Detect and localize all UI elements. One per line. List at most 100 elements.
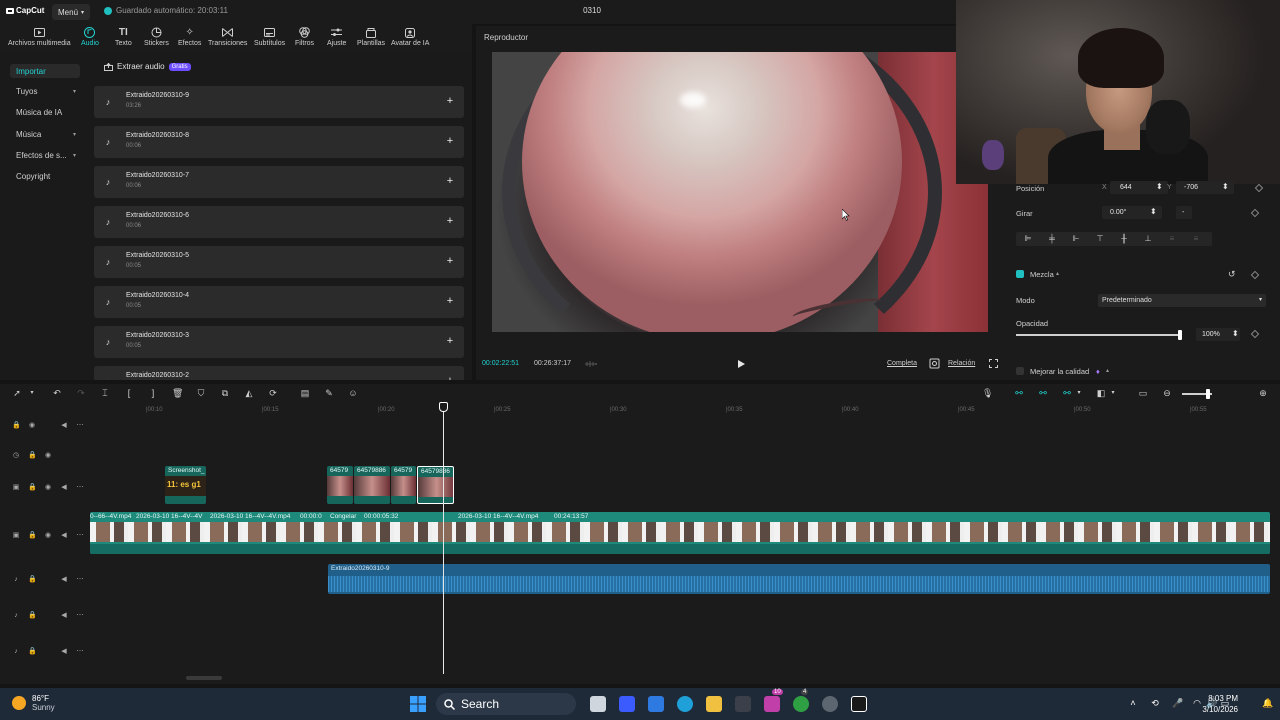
chevron-down-icon[interactable]: ▾ xyxy=(1108,388,1118,398)
audio-icon[interactable]: ◀ xyxy=(60,532,68,540)
more-icon[interactable]: ⋯ xyxy=(76,612,84,620)
lock-icon[interactable]: 🔒 xyxy=(28,612,37,620)
sidebar-item-import[interactable]: Importar xyxy=(10,64,80,78)
chevron-down-icon[interactable]: ▾ xyxy=(27,388,37,398)
caption-toggle-icon[interactable]: ▭ xyxy=(1138,388,1148,398)
select-tool-icon[interactable]: ➚ xyxy=(12,388,22,398)
tab-adjust[interactable]: Ajuste xyxy=(327,27,346,47)
timeline-ruler[interactable]: |00:10 |00:15 |00:20 |00:25 |00:30 |00:3… xyxy=(0,402,1280,416)
notifications-icon[interactable]: 🔔 xyxy=(1262,698,1273,708)
chevron-up-icon[interactable]: ˄ xyxy=(1128,698,1138,708)
video-preview[interactable] xyxy=(492,52,988,332)
enhance-checkbox[interactable] xyxy=(1016,367,1024,375)
zoom-slider[interactable] xyxy=(1182,389,1212,399)
tab-templates[interactable]: Plantillas xyxy=(357,27,385,47)
slider-handle[interactable] xyxy=(1178,330,1182,340)
lock-icon[interactable]: 🔒 xyxy=(28,484,37,492)
task-view-icon[interactable] xyxy=(590,696,606,712)
distribute-v-icon[interactable]: ≡ xyxy=(1192,235,1200,243)
eye-icon[interactable]: ◉ xyxy=(44,452,52,460)
caption-icon[interactable]: ▤ xyxy=(300,388,310,398)
menu-button[interactable]: Menú ▾ xyxy=(52,4,91,20)
fullscreen-icon[interactable] xyxy=(989,359,998,368)
eye-icon[interactable]: ◉ xyxy=(44,532,52,540)
audio-track-icon[interactable]: ♪ xyxy=(12,576,20,584)
zoom-in-icon[interactable]: ⊕ xyxy=(1258,388,1268,398)
image-icon[interactable]: ▣ xyxy=(12,484,20,492)
link-icon[interactable]: ⚯ xyxy=(1014,388,1024,398)
align-center-h-icon[interactable]: ╪ xyxy=(1048,235,1056,243)
audio-list-item[interactable]: ♪ Extraido20260310-6 00:06 + xyxy=(94,206,464,238)
chrome-icon[interactable] xyxy=(822,696,838,712)
windows-start-icon[interactable] xyxy=(410,696,426,712)
waveform-view-icon[interactable] xyxy=(584,360,598,368)
edge-icon[interactable] xyxy=(677,696,693,712)
rotate-icon[interactable]: ⟳ xyxy=(268,388,278,398)
lock-icon[interactable]: 🔒 xyxy=(28,576,37,584)
chevron-up-icon[interactable]: ▴ xyxy=(1106,367,1109,374)
keyframe-icon[interactable] xyxy=(1250,270,1260,280)
tab-subtitles[interactable]: Subtítulos xyxy=(254,27,285,47)
more-icon[interactable]: ⋯ xyxy=(76,532,84,540)
mirror-icon[interactable]: ◭ xyxy=(244,388,254,398)
chevron-down-icon[interactable]: ▾ xyxy=(1074,388,1084,398)
video-clip-selected[interactable]: 64579886 xyxy=(417,466,454,504)
screenshot-icon[interactable] xyxy=(929,358,940,369)
audio-list-item[interactable]: ♪ Extraido20260310-5 00:05 + xyxy=(94,246,464,278)
audio-list-item[interactable]: ♪ Extraido20260310-2 + xyxy=(94,366,464,380)
capcut-taskbar-icon[interactable] xyxy=(851,696,867,712)
extract-audio-button[interactable]: Extraer audio Gratis xyxy=(104,62,191,71)
add-icon[interactable]: + xyxy=(444,135,456,147)
tab-text[interactable]: TI Texto xyxy=(115,27,132,47)
shield-icon[interactable]: ⛉ xyxy=(196,388,206,398)
more-icon[interactable]: ⋯ xyxy=(76,648,84,656)
more-icon[interactable]: ⋯ xyxy=(76,484,84,492)
stepper-icon[interactable]: ⬍ xyxy=(1232,329,1239,338)
eye-icon[interactable]: ◉ xyxy=(28,422,36,430)
image-icon[interactable]: ▣ xyxy=(12,532,20,540)
reset-icon[interactable]: ↺ xyxy=(1228,269,1236,280)
sidebar-item-music[interactable]: Música ▾ xyxy=(10,127,80,141)
add-icon[interactable]: + xyxy=(444,375,456,380)
microphone-icon[interactable]: 🎙 xyxy=(982,388,993,398)
audio-icon[interactable]: ◀ xyxy=(60,576,68,584)
lock-icon[interactable]: 🔒 xyxy=(28,452,37,460)
tab-transitions[interactable]: Transiciones xyxy=(208,27,247,47)
keyframe-icon[interactable] xyxy=(1250,208,1260,218)
outlook-icon[interactable] xyxy=(648,696,664,712)
more-icon[interactable]: ⋯ xyxy=(76,576,84,584)
tab-effects[interactable]: ✧ Efectos xyxy=(178,27,201,47)
tab-filters[interactable]: Filtros xyxy=(295,27,314,47)
align-right-icon[interactable]: ⊩ xyxy=(1072,235,1080,243)
stepper-icon[interactable]: ⬍ xyxy=(1222,182,1229,191)
file-explorer-icon[interactable] xyxy=(706,696,722,712)
fit-complete-button[interactable]: Completa xyxy=(887,360,917,367)
stepper-icon[interactable]: ⬍ xyxy=(1156,182,1163,191)
keyframe-icon[interactable] xyxy=(1254,183,1264,193)
distribute-h-icon[interactable]: ≡ xyxy=(1168,235,1176,243)
align-top-icon[interactable]: ⊤ xyxy=(1096,235,1104,243)
delete-right-icon[interactable]: ] xyxy=(148,388,158,398)
video-clip[interactable]: 64579 xyxy=(391,466,416,504)
audio-icon[interactable]: ◀ xyxy=(60,612,68,620)
split-icon[interactable]: ⌶ xyxy=(100,388,110,398)
timeline-scrollbar[interactable] xyxy=(186,676,222,680)
rotate-input[interactable]: 0.00° ⬍ xyxy=(1102,206,1162,219)
weather-widget[interactable]: 86°F Sunny xyxy=(12,694,55,712)
chain-icon[interactable]: ⚯ xyxy=(1062,388,1072,398)
audio-list-item[interactable]: ♪ Extraido20260310-8 00:06 + xyxy=(94,126,464,158)
delete-left-icon[interactable]: [ xyxy=(124,388,134,398)
audio-list-item[interactable]: ♪ Extraido20260310-4 00:05 + xyxy=(94,286,464,318)
preview-axis-icon[interactable]: ◧ xyxy=(1096,388,1106,398)
add-icon[interactable]: + xyxy=(444,255,456,267)
crop-icon[interactable]: ⧉ xyxy=(220,388,230,398)
position-y-input[interactable]: -706 ⬍ xyxy=(1176,181,1234,194)
audio-track-icon[interactable]: ♪ xyxy=(12,612,20,620)
align-bottom-icon[interactable]: ⊥ xyxy=(1144,235,1152,243)
magnet-icon[interactable]: ⚯ xyxy=(1038,388,1048,398)
eye-icon[interactable]: ◉ xyxy=(44,484,52,492)
aspect-ratio-button[interactable]: Relación xyxy=(948,360,975,367)
image-clip[interactable]: Screenshot_ 11: es g1 xyxy=(165,466,206,504)
undo-icon[interactable]: ↶ xyxy=(52,388,62,398)
sync-icon[interactable]: ⟲ xyxy=(1150,698,1160,708)
